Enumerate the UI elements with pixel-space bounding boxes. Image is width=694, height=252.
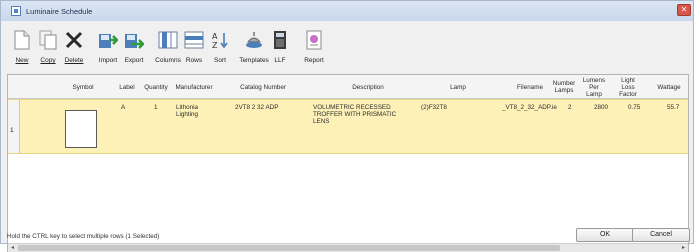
sort-az-icon: AZ — [209, 29, 231, 51]
cell-catalog-number[interactable]: 2VT8 2 32 ADP — [235, 104, 297, 111]
app-icon — [11, 6, 21, 16]
header-label[interactable]: Label — [116, 75, 138, 99]
header-symbol[interactable]: Symbol — [68, 75, 98, 99]
export-label: Export — [124, 57, 144, 64]
columns-label: Columns — [155, 57, 181, 64]
cell-label[interactable]: A — [121, 104, 125, 111]
grid-header: Symbol Label Quantity Manufacturer Catal… — [8, 75, 688, 99]
columns-button[interactable]: Columns — [155, 29, 181, 64]
llf-button[interactable]: LLF — [267, 29, 293, 64]
cell-light-loss-factor[interactable]: 0.75 — [628, 104, 640, 111]
llf-label: LLF — [274, 57, 286, 64]
toolbar-group-tools: Templates LLF — [239, 29, 293, 64]
new-button[interactable]: New — [9, 29, 35, 64]
close-button[interactable]: ✕ — [677, 4, 691, 16]
header-lamp[interactable]: Lamp — [443, 75, 473, 99]
header-catalog-number[interactable]: Catalog Number — [233, 75, 293, 99]
scroll-right-icon[interactable]: ▸ — [679, 244, 688, 252]
toolbar-group-layout: Columns Rows AZ Sort — [155, 29, 233, 64]
ok-button[interactable]: OK — [576, 228, 634, 242]
scroll-left-icon[interactable]: ◂ — [8, 244, 17, 252]
header-filename[interactable]: Filename — [512, 75, 548, 99]
delete-x-icon — [63, 29, 85, 51]
cell-lumens-per-lamp[interactable]: 2800 — [594, 104, 608, 111]
new-document-icon — [11, 29, 33, 51]
report-label: Report — [304, 57, 324, 64]
templates-icon — [243, 29, 265, 51]
scrollbar-thumb[interactable] — [18, 245, 560, 251]
sort-button[interactable]: AZ Sort — [207, 29, 233, 64]
status-message: Hold the CTRL key to select multiple row… — [7, 233, 160, 240]
header-wattage[interactable]: Wattage — [653, 75, 685, 99]
cell-wattage[interactable]: 55.7 — [667, 104, 679, 111]
cell-filename[interactable]: _VT8_2_32_ADP.ie — [502, 104, 558, 111]
luminaire-symbol[interactable] — [65, 110, 97, 148]
header-number-lamps[interactable]: Number Lamps — [552, 75, 576, 99]
export-icon — [123, 29, 145, 51]
toolbar-group-report: Report — [301, 29, 327, 64]
export-button[interactable]: Export — [121, 29, 147, 64]
svg-text:A: A — [212, 32, 218, 41]
horizontal-scrollbar[interactable]: ◂ ▸ — [8, 243, 688, 252]
templates-label: Templates — [239, 57, 269, 64]
title-bar: Luminaire Schedule ✕ — [1, 1, 693, 21]
header-manufacturer[interactable]: Manufacturer — [170, 75, 218, 99]
row-number: 1 — [10, 127, 14, 134]
import-button[interactable]: Import — [95, 29, 121, 64]
luminaire-schedule-window: Luminaire Schedule ✕ New Copy Delete Imp… — [0, 0, 694, 252]
header-quantity[interactable]: Quantity — [140, 75, 172, 99]
report-icon — [303, 29, 325, 51]
cell-number-lamps[interactable]: 2 — [568, 104, 572, 111]
llf-icon — [269, 29, 291, 51]
delete-button[interactable]: Delete — [61, 29, 87, 64]
cancel-button[interactable]: Cancel — [632, 228, 690, 242]
cell-quantity[interactable]: 1 — [154, 104, 158, 111]
import-icon — [97, 29, 119, 51]
copy-icon — [37, 29, 59, 51]
toolbar-group-edit: New Copy Delete — [9, 29, 87, 64]
window-title: Luminaire Schedule — [26, 6, 93, 16]
cell-manufacturer[interactable]: Lithonia Lighting — [176, 104, 208, 118]
toolbar-group-io: Import Export — [95, 29, 147, 64]
cell-lamp[interactable]: (2)F32T8 — [421, 104, 447, 111]
header-lumens-per-lamp[interactable]: Lumens Per Lamp — [581, 75, 607, 99]
delete-label: Delete — [64, 57, 84, 64]
columns-icon — [157, 29, 179, 51]
new-label: New — [15, 57, 29, 64]
rows-label: Rows — [185, 57, 203, 64]
row-header[interactable]: 1 — [8, 100, 20, 153]
cell-description[interactable]: VOLUMETRIC RECESSED TROFFER WITH PRISMAT… — [313, 104, 413, 125]
header-light-loss-factor[interactable]: Light Loss Factor — [614, 75, 642, 99]
toolbar: New Copy Delete Import Export Columns Ro… — [9, 29, 335, 73]
rows-button[interactable]: Rows — [181, 29, 207, 64]
header-description[interactable]: Description — [343, 75, 393, 99]
import-label: Import — [98, 57, 118, 64]
copy-button[interactable]: Copy — [35, 29, 61, 64]
luminaire-grid[interactable]: Symbol Label Quantity Manufacturer Catal… — [7, 74, 689, 252]
report-button[interactable]: Report — [301, 29, 327, 64]
copy-label: Copy — [40, 57, 56, 64]
svg-text:Z: Z — [212, 41, 218, 50]
table-row[interactable]: 1 A 1 Lithonia Lighting 2VT8 2 32 ADP VO… — [8, 99, 688, 154]
rows-icon — [183, 29, 205, 51]
sort-label: Sort — [214, 57, 226, 64]
templates-button[interactable]: Templates — [239, 29, 269, 64]
